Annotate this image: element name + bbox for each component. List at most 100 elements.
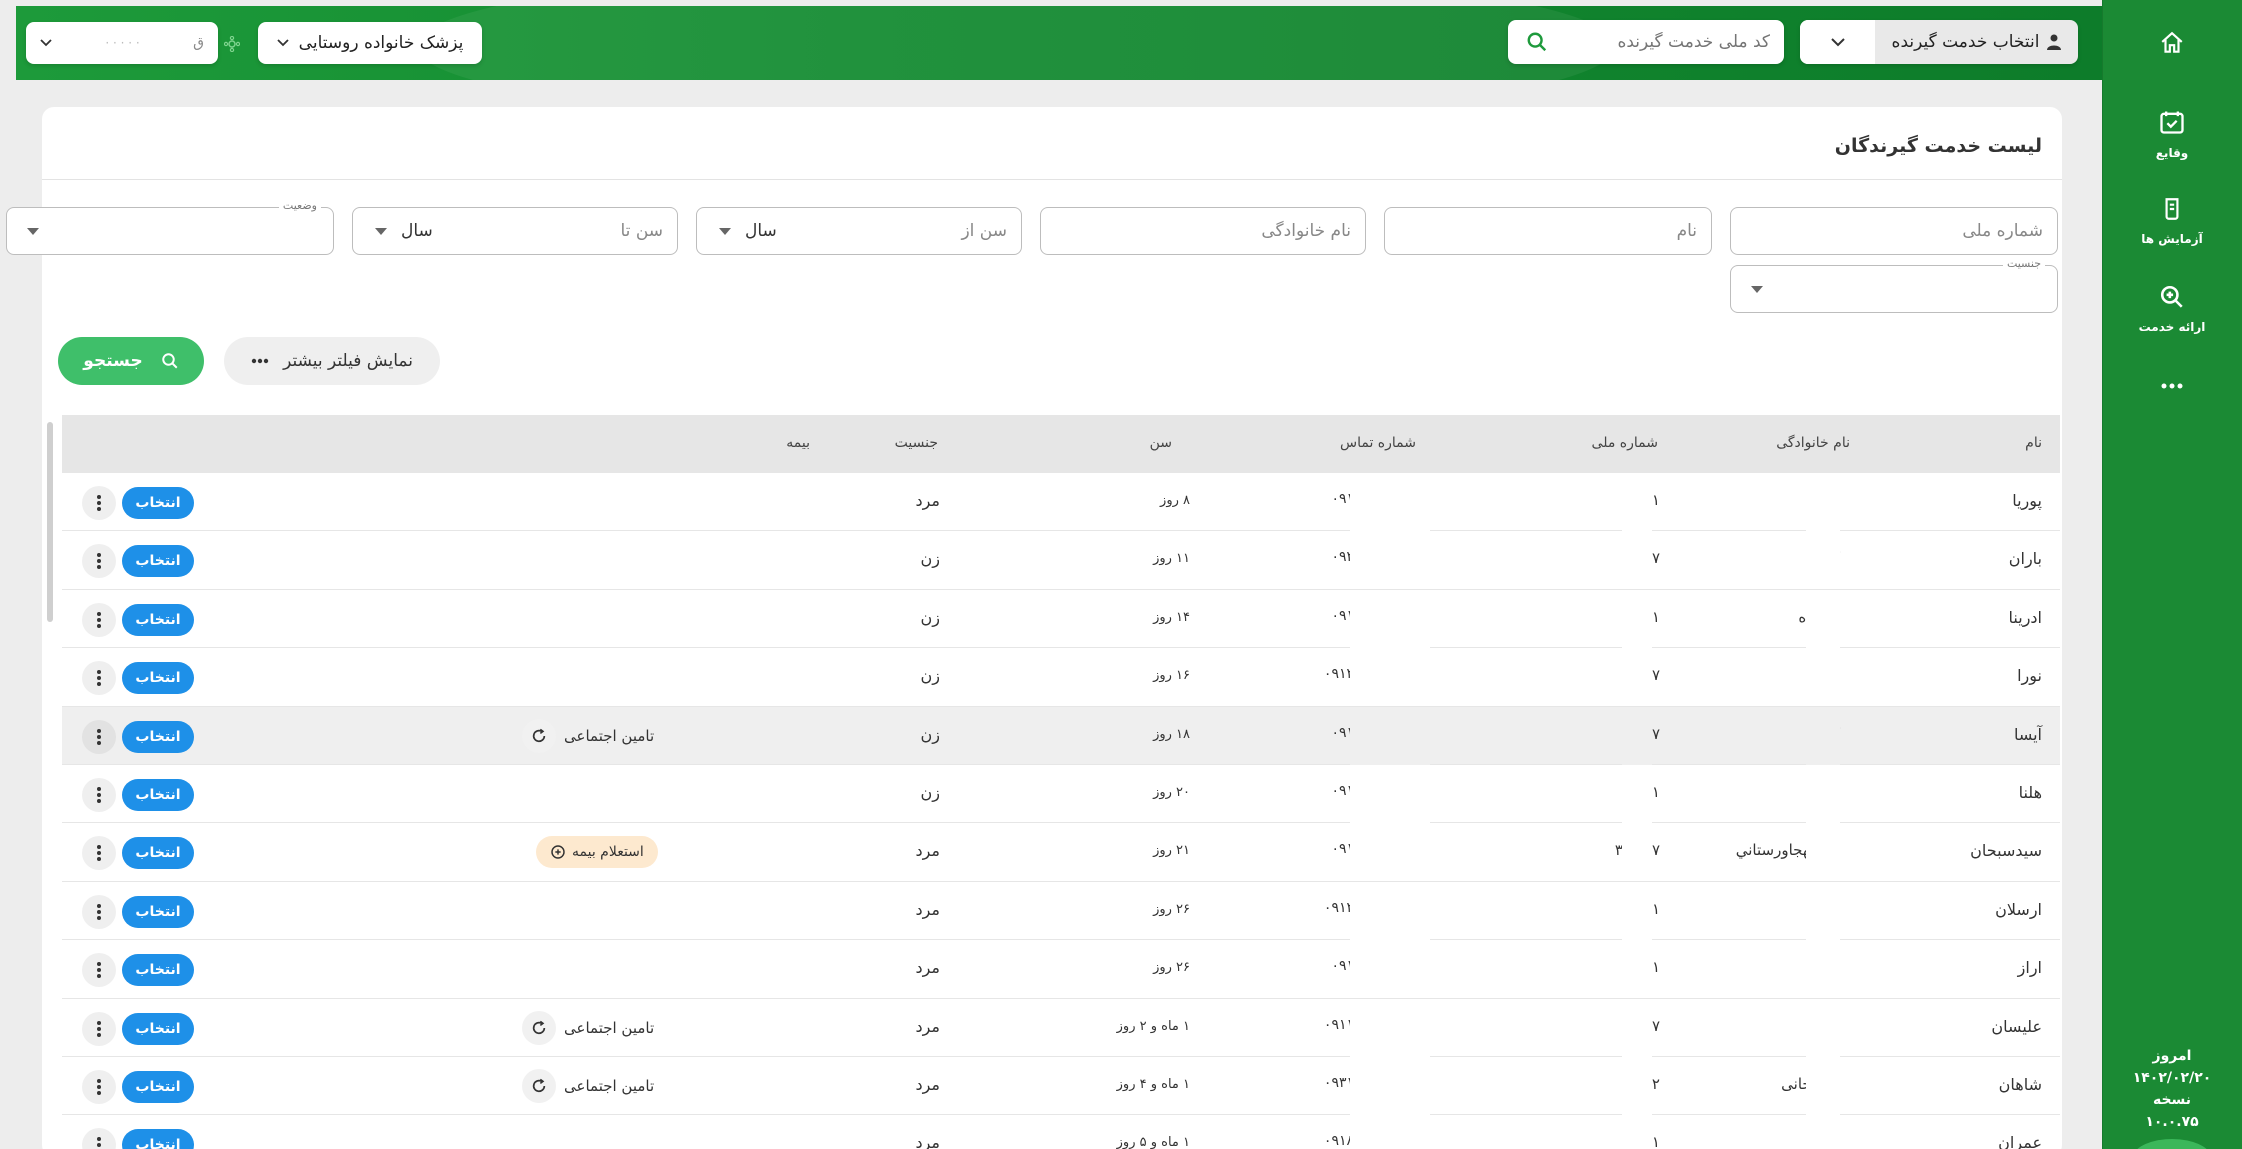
national-id-field[interactable]: شماره ملی (1730, 207, 2058, 255)
service-recipient-select[interactable]: انتخاب خدمت گیرنده (1800, 20, 2078, 64)
select-button[interactable]: انتخاب (122, 954, 194, 987)
row-menu-button[interactable] (82, 602, 116, 637)
row-menu-button[interactable] (82, 1128, 116, 1149)
select-button-label: انتخاب (135, 1137, 181, 1149)
status-label: وضعیت (278, 199, 321, 212)
national-code-search[interactable] (1508, 20, 1784, 64)
select-button[interactable]: انتخاب (122, 1129, 194, 1149)
table-row[interactable]: پوریاو۱۱ ۳۱۰۹۱۸ روزمردانتخاب (62, 473, 2060, 532)
select-button[interactable]: انتخاب (122, 1012, 194, 1045)
cell-age: ۸ روز (1160, 493, 1190, 508)
table-row[interactable]: ادریناه خواه۱۱ ۰۰۹۱۱۴ روززنانتخاب (62, 589, 2060, 649)
select-button[interactable]: انتخاب (122, 662, 194, 695)
refresh-insurance-button[interactable] (522, 1010, 556, 1045)
sidebar-item-events[interactable]: وقایع (2102, 108, 2242, 161)
row-menu-button[interactable] (82, 661, 116, 696)
first-name-field[interactable]: نام (1384, 207, 1712, 255)
caret-down-icon (375, 227, 387, 235)
privacy-mask (1350, 706, 1430, 765)
more-filters-button[interactable]: نمایش فیلتر بیشتر (224, 337, 440, 385)
privacy-mask (1806, 764, 1840, 823)
cell-name: پوریا (2012, 491, 2042, 510)
cell-age: ۱۱ روز (1153, 551, 1190, 567)
row-menu-button[interactable] (82, 1069, 116, 1104)
version-number: ۱۰.۰.۷۵ (2145, 1114, 2199, 1130)
test-tube-icon (2165, 198, 2179, 220)
vertical-dots-icon (97, 903, 101, 920)
cell-name: شاهان (1998, 1074, 2042, 1094)
row-menu-button[interactable] (82, 836, 116, 871)
select-button[interactable]: انتخاب (122, 603, 194, 636)
sidebar-item-more[interactable] (2102, 382, 2242, 396)
last-name-field[interactable]: نام خانوادگی (1040, 207, 1366, 255)
age-from-field[interactable]: سن از سال (696, 207, 1022, 255)
privacy-mask (1622, 473, 1652, 531)
refresh-icon (532, 1078, 546, 1092)
national-code-input[interactable] (1580, 32, 1770, 52)
gender-select[interactable]: جنسیت (1730, 257, 2058, 313)
calendar-check-icon (2160, 111, 2184, 134)
row-menu-button[interactable] (82, 953, 116, 988)
table-row[interactable]: شاهانی زنجانی۱۲ ۹۰۹۳۱۱ ماه و ۴ روزمردتام… (62, 1056, 2060, 1116)
sidebar-item-home[interactable] (2102, 30, 2242, 62)
insurance-inquiry-button[interactable]: استعلام بیمه (536, 836, 658, 869)
search-button[interactable]: جستجو (58, 337, 204, 385)
table-row[interactable]: عمرانش۱۱ ۷۱۰۹۱۸۱ ماه و ۵ روزمردانتخاب (62, 1115, 2060, 1149)
vertical-dots-icon (97, 670, 101, 687)
cell-name: هلنا (2018, 782, 2042, 802)
select-button[interactable]: انتخاب (122, 487, 194, 519)
insurance-name: تامین اجتماعی (564, 1018, 655, 1037)
select-button[interactable]: انتخاب (122, 545, 194, 578)
table-row[interactable]: بارانک ی۱۱۷ ۴۰۹۳۱۱ روززنانتخاب (62, 531, 2060, 590)
age-from-unit-select[interactable]: سال (719, 221, 777, 241)
privacy-mask (1622, 706, 1652, 765)
sidebar-item-service[interactable]: ارائه خدمت (2102, 284, 2242, 335)
vertical-dots-icon (97, 553, 101, 570)
refresh-insurance-button[interactable] (522, 1068, 556, 1103)
refresh-insurance-button[interactable] (522, 718, 556, 753)
row-menu-button[interactable] (82, 777, 116, 812)
row-menu-button[interactable] (82, 544, 116, 579)
cell-gender: مرد (915, 1133, 940, 1149)
row-menu-button[interactable] (82, 1011, 116, 1046)
select-button[interactable]: انتخاب (122, 1070, 194, 1103)
table-row[interactable]: ارازه۱ ۱۰۰۹۱۲۶ روزمردانتخاب (62, 940, 2060, 999)
age-to-field[interactable]: سن تا سال (352, 207, 678, 255)
table-row[interactable]: علیسانت۱۲۷ ۶۰۹۱۱۱ ماه و ۲ روزمردتامین اج… (62, 998, 2060, 1057)
caret-down-icon (1751, 285, 1763, 293)
vertical-dots-icon (97, 1137, 101, 1148)
cell-gender: مرد (915, 1016, 940, 1036)
table-row[interactable]: سیدسبحانس قهجاورستاني۱۲۷ ۳۱۰۹۱۲۱ روزمردا… (62, 823, 2060, 882)
table-row[interactable]: هلنای۱۱ ۲۰۹۱۲۰ روززنانتخاب (62, 764, 2060, 824)
settings-icon[interactable] (224, 36, 240, 52)
row-menu-button[interactable] (82, 719, 116, 754)
table-row[interactable]: آیساک۱۲۷ ۶۰۹۱۱۸ روززنتامین اجتماعیانتخاب (62, 706, 2060, 765)
select-button[interactable]: انتخاب (122, 895, 194, 928)
select-button[interactable]: انتخاب (122, 837, 194, 870)
privacy-mask (1806, 589, 1840, 648)
privacy-mask (1806, 823, 1840, 882)
select-button-label: انتخاب (135, 786, 181, 803)
status-select[interactable]: وضعیت (6, 199, 334, 255)
row-menu-button[interactable] (82, 894, 116, 929)
search-icon[interactable] (1526, 31, 1548, 53)
cell-name: نورا (2017, 666, 2042, 686)
table-scrollbar[interactable] (47, 422, 53, 622)
select-button[interactable]: انتخاب (122, 778, 194, 811)
vertical-dots-icon (97, 611, 101, 628)
privacy-mask (1806, 1115, 1840, 1149)
row-menu-button[interactable] (82, 486, 116, 520)
select-button[interactable]: انتخاب (122, 720, 194, 753)
user-select[interactable]: ق · · · · · (26, 22, 218, 64)
age-to-placeholder: سن تا (620, 221, 664, 241)
service-recipient-button[interactable]: انتخاب خدمت گیرنده (1875, 20, 2078, 64)
insurance-name: تامین اجتماعی (564, 726, 655, 745)
age-to-unit-select[interactable]: سال (375, 221, 433, 241)
doctor-type-select[interactable]: پزشک خانواده روستایی (258, 22, 482, 64)
sidebar-version-info: امروز ۱۴۰۲/۰۲/۲۰ نسخه ۱۰.۰.۷۵ (2102, 1039, 2242, 1149)
table-row[interactable]: نوراه جو۱۱۷ ۹۰۹۱۳۱۶ روززنانتخاب (62, 648, 2060, 707)
service-recipient-dropdown[interactable] (1800, 20, 1875, 64)
sidebar-item-tests[interactable]: آزمایش ها (2102, 196, 2242, 247)
privacy-mask (1350, 823, 1430, 882)
table-row[interactable]: ارسلانع۱ ۲۱۰۹۱۳۲۶ روزمردانتخاب (62, 881, 2060, 941)
